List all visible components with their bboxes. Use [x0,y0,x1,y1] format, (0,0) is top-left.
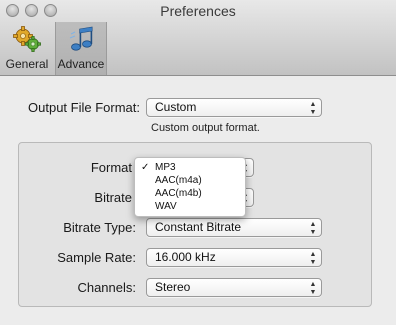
output-format-hint: Custom output format. [151,122,260,134]
window-title: Preferences [160,3,236,19]
bitrate-type-value: Constant Bitrate [155,220,242,234]
sample-rate-label: Sample Rate: [57,250,136,265]
menu-item-aac-m4a[interactable]: AAC(m4a) [135,174,245,187]
menu-item-label: AAC(m4b) [155,188,202,199]
bitrate-label: Bitrate [94,190,132,205]
popup-arrows-icon: ▲▼ [309,251,317,266]
menu-item-aac-m4b[interactable]: AAC(m4b) [135,187,245,200]
toolbar-item-advance[interactable]: Advance [55,22,107,75]
output-format-label: Output File Format: [28,100,140,115]
music-note-icon [69,26,93,51]
menu-item-label: WAV [155,201,177,212]
toolbar-item-general[interactable]: General [4,22,50,75]
format-dropdown-menu: ✓ MP3 AAC(m4a) AAC(m4b) WAV [134,157,246,217]
sample-rate-value: 16.000 kHz [155,250,216,264]
popup-arrows-icon: ▲▼ [309,221,317,236]
menu-item-wav[interactable]: WAV [135,200,245,213]
popup-arrows-icon: ▲▼ [309,281,317,296]
channels-value: Stereo [155,280,191,294]
channels-popup[interactable]: Stereo ▲ ▼ [146,278,322,297]
menu-item-label: MP3 [155,162,176,173]
popup-arrows-icon: ▲▼ [309,101,317,116]
toolbar-item-label: General [5,57,49,71]
menu-item-label: AAC(m4a) [155,175,202,186]
output-format-popup[interactable]: Custom ▲ ▼ [146,98,322,117]
menu-item-mp3[interactable]: ✓ MP3 [135,161,245,174]
bitrate-type-label: Bitrate Type: [63,220,136,235]
output-format-value: Custom [155,100,197,114]
window-toolbar: Preferences General Advance [0,0,396,76]
format-label: Format [90,160,132,175]
sample-rate-popup[interactable]: 16.000 kHz ▲ ▼ [146,248,322,267]
gears-icon [13,26,41,52]
bitrate-type-popup[interactable]: Constant Bitrate ▲ ▼ [146,218,322,237]
checkmark-icon: ✓ [141,162,150,173]
toolbar-item-label: Advance [57,57,105,71]
channels-label: Channels: [77,280,136,295]
